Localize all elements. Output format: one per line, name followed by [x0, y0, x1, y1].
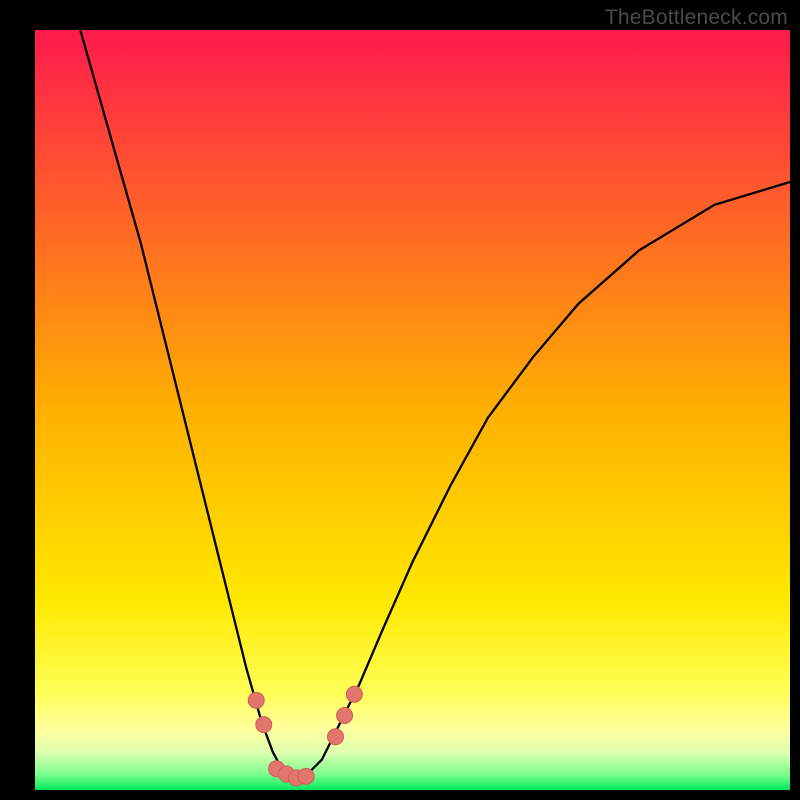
- curve-marker: [327, 729, 343, 745]
- curve-marker: [298, 768, 314, 784]
- curve-marker: [337, 708, 353, 724]
- curve-marker: [248, 692, 264, 708]
- curve-marker: [346, 686, 362, 702]
- curve-marker: [256, 717, 272, 733]
- bottleneck-chart: [0, 0, 800, 800]
- gradient-background: [35, 30, 790, 790]
- watermark-text: TheBottleneck.com: [605, 6, 788, 30]
- plot-area: [35, 30, 790, 790]
- chart-container: { "watermark": "TheBottleneck.com", "col…: [0, 0, 800, 800]
